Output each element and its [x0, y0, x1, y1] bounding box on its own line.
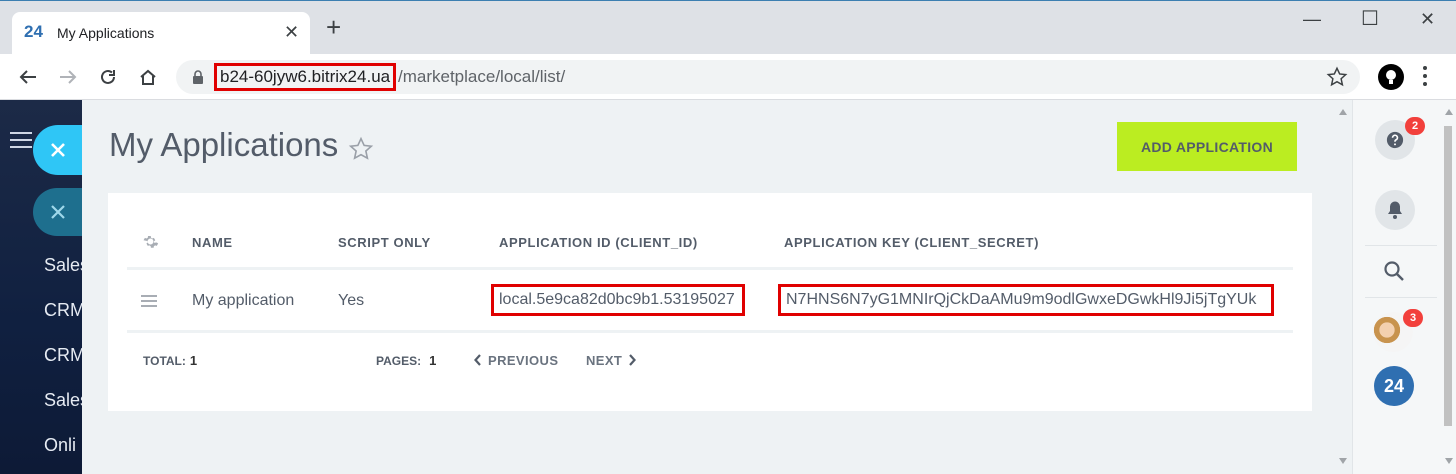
total-label: TOTAL:: [143, 354, 186, 368]
maximize-icon[interactable]: ☐: [1361, 6, 1379, 31]
search-icon[interactable]: [1383, 260, 1405, 287]
home-icon[interactable]: [134, 63, 162, 91]
slider-close-icon-secondary[interactable]: [33, 188, 82, 236]
row-divider: [127, 330, 1293, 333]
drag-handle-icon[interactable]: [141, 295, 157, 307]
page-scroll-up-arrow-icon[interactable]: [1445, 109, 1453, 115]
app-name[interactable]: My application: [192, 292, 294, 310]
table-header: NAME SCRIPT ONLY APPLICATION ID (CLIENT_…: [127, 223, 1293, 263]
sidebar-item-crm-2[interactable]: CRM: [44, 345, 82, 366]
sidebar-item-crm[interactable]: CRM: [44, 300, 82, 321]
next-label: NEXT: [586, 353, 623, 368]
help-badge: 2: [1405, 117, 1425, 135]
column-header-client-id[interactable]: APPLICATION ID (CLIENT_ID): [499, 235, 698, 250]
browser-toolbar: b24-60jyw6.bitrix24.ua /marketplace/loca…: [0, 54, 1456, 100]
row-divider: [127, 267, 1293, 270]
browser-menu-icon[interactable]: [1422, 64, 1428, 88]
notifications-button[interactable]: [1375, 190, 1415, 230]
total-value: 1: [189, 353, 198, 368]
help-question-icon: [1386, 131, 1404, 149]
page-scrollbar[interactable]: [1440, 100, 1456, 474]
favorite-star-icon[interactable]: [348, 136, 374, 162]
new-tab-icon[interactable]: +: [326, 14, 341, 40]
sidebar-item-online[interactable]: Onli: [44, 435, 76, 456]
avatar-badge: 3: [1403, 309, 1423, 327]
page-title: My Applications: [109, 126, 339, 163]
window-close-icon[interactable]: ✕: [1420, 9, 1435, 30]
add-application-button[interactable]: ADD APPLICATION: [1117, 122, 1297, 171]
chevron-left-icon: [474, 354, 481, 366]
url-host: b24-60jyw6.bitrix24.ua: [214, 63, 397, 91]
minimize-icon[interactable]: —: [1303, 9, 1321, 30]
browser-tab-bar: 24 My Applications ✕ + — ☐ ✕: [0, 0, 1456, 55]
page-scroll-thumb[interactable]: [1444, 126, 1452, 426]
menu-hamburger-icon[interactable]: [10, 132, 32, 148]
chevron-right-icon: [629, 354, 637, 366]
page-scroll-down-arrow-icon[interactable]: [1445, 458, 1453, 464]
previous-page-button[interactable]: PREVIOUS: [474, 353, 558, 368]
tab-close-icon[interactable]: ✕: [284, 22, 299, 43]
panel-divider: [1365, 297, 1437, 298]
column-header-client-secret[interactable]: APPLICATION KEY (CLIENT_SECRET): [784, 235, 1039, 250]
browser-tab[interactable]: 24 My Applications ✕: [12, 12, 310, 55]
reload-icon[interactable]: [94, 63, 122, 91]
url-path: /marketplace/local/list/: [398, 67, 566, 86]
settings-gear-icon[interactable]: [142, 233, 159, 250]
app-client-secret: N7HNS6N7yG1MNIrQjCkDaAMu9m9odlGwxeDGwkHl…: [778, 284, 1274, 316]
sidebar-item-sales[interactable]: Sales: [44, 255, 82, 276]
forward-icon[interactable]: [54, 63, 82, 91]
panel-divider: [1365, 245, 1437, 246]
column-header-script-only[interactable]: SCRIPT ONLY: [338, 235, 431, 250]
bitrix24-logo[interactable]: 24: [1374, 366, 1414, 406]
pages-count: PAGES: 1: [376, 353, 436, 368]
app-client-id: local.5e9ca82d0bc9b1.53195027: [491, 284, 745, 316]
bell-icon: [1388, 201, 1402, 219]
applications-table: NAME SCRIPT ONLY APPLICATION ID (CLIENT_…: [108, 193, 1312, 411]
pages-value: 1: [429, 353, 437, 368]
previous-label: PREVIOUS: [488, 353, 559, 368]
main-content: My Applications ADD APPLICATION NAME SCR…: [82, 100, 1352, 474]
tab-title: My Applications: [57, 25, 155, 41]
app-script-only: Yes: [338, 292, 365, 309]
content-scrollbar[interactable]: [1334, 100, 1352, 474]
scroll-up-arrow-icon[interactable]: [1339, 109, 1347, 115]
left-sidebar: Sales CRM CRM Sales Onli: [0, 100, 82, 474]
next-page-button[interactable]: NEXT: [586, 353, 637, 368]
bitrix24-favicon-icon: 24: [24, 22, 43, 41]
column-header-name[interactable]: NAME: [192, 235, 233, 250]
total-count: TOTAL: 1: [143, 353, 197, 368]
slider-close-icon[interactable]: [33, 125, 82, 175]
sidebar-item-sales-2[interactable]: Sales: [44, 390, 82, 411]
scroll-down-arrow-icon[interactable]: [1339, 458, 1347, 464]
extension-bulb-icon[interactable]: [1378, 64, 1404, 90]
lock-icon: [193, 70, 203, 84]
pages-label: PAGES:: [376, 354, 422, 368]
bookmark-star-icon[interactable]: [1326, 66, 1348, 88]
address-bar[interactable]: b24-60jyw6.bitrix24.ua /marketplace/loca…: [176, 60, 1360, 94]
back-icon[interactable]: [14, 63, 42, 91]
